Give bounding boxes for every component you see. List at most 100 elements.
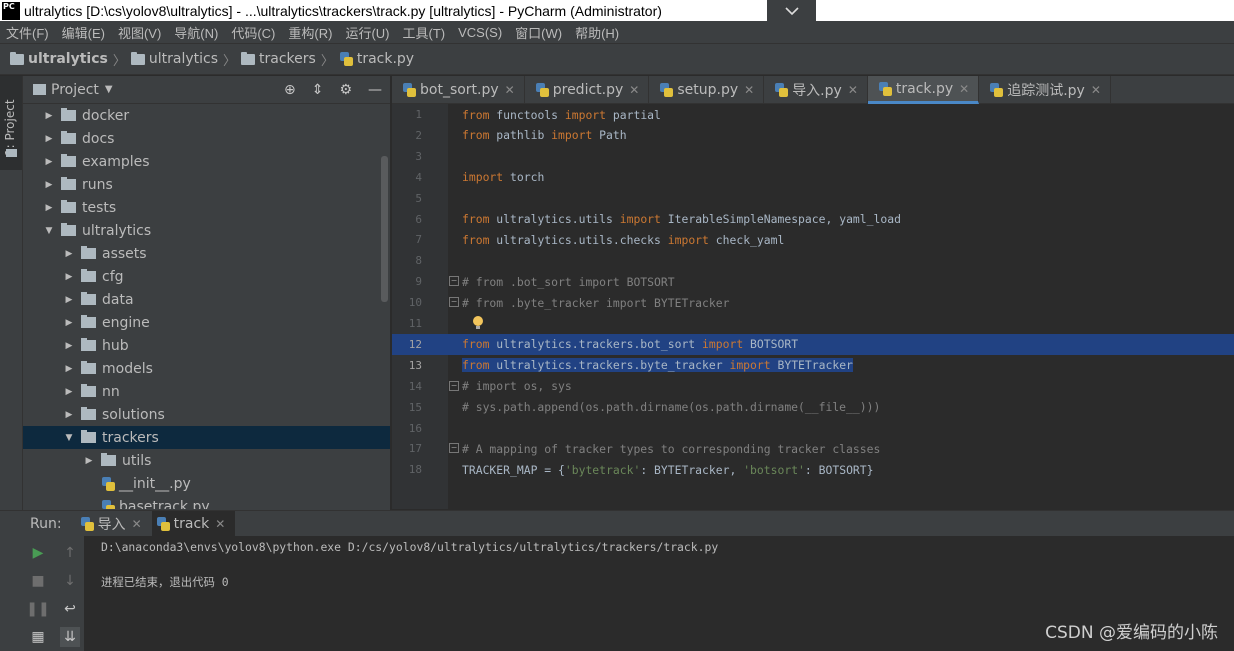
close-icon[interactable]: ✕: [215, 517, 225, 531]
tree-item[interactable]: ▶ cfg: [23, 265, 390, 288]
gear-icon[interactable]: ⚙: [339, 82, 352, 98]
layout-icon[interactable]: ▦: [28, 627, 48, 647]
caret-down-icon[interactable]: ▼: [105, 84, 113, 95]
close-icon[interactable]: ✕: [132, 517, 142, 531]
caret-right-icon[interactable]: ▶: [43, 180, 55, 190]
lightbulb-icon[interactable]: [472, 316, 484, 330]
chevron-down-button[interactable]: [767, 0, 816, 21]
tree-item[interactable]: ▶ hub: [23, 334, 390, 357]
editor-tab[interactable]: track.py ✕: [867, 76, 980, 104]
code-line[interactable]: 2 from pathlib import Path: [392, 125, 1234, 146]
code-line[interactable]: 12 from ultralytics.trackers.bot_sort imp…: [392, 333, 1234, 355]
tree-item[interactable]: ▶ docs: [23, 127, 390, 150]
close-icon[interactable]: ✕: [1091, 83, 1101, 97]
breadcrumb-item-package[interactable]: ultralytics: [130, 51, 218, 67]
code-line[interactable]: 11: [392, 313, 1234, 334]
caret-right-icon[interactable]: ▶: [63, 364, 75, 374]
locate-target-icon[interactable]: ⊕: [284, 82, 296, 98]
fold-marker-icon[interactable]: −: [449, 443, 459, 454]
code-line[interactable]: 9 # from .bot_sort import BOTSORT −: [392, 271, 1234, 292]
breadcrumb-item-file[interactable]: track.py: [339, 51, 414, 67]
menu-item-3[interactable]: 导航(N): [174, 23, 218, 42]
collapse-all-icon[interactable]: ⇕: [312, 82, 324, 98]
caret-down-icon[interactable]: ▼: [43, 226, 55, 236]
tree-item[interactable]: ▶ utils: [23, 449, 390, 472]
close-icon[interactable]: ✕: [744, 83, 754, 97]
menu-item-5[interactable]: 重构(R): [288, 23, 332, 42]
arrow-down-icon[interactable]: ↓: [60, 571, 80, 591]
code-line[interactable]: 16: [392, 418, 1234, 439]
code-line[interactable]: 6 from ultralytics.utils import IterableS…: [392, 209, 1234, 230]
menu-item-10[interactable]: 帮助(H): [575, 23, 619, 42]
code-line[interactable]: 13 from ultralytics.trackers.byte_tracker…: [392, 355, 1234, 376]
caret-right-icon[interactable]: ▶: [43, 203, 55, 213]
code-line[interactable]: 1 from functools import partial: [392, 104, 1234, 125]
tree-item[interactable]: ▶ models: [23, 357, 390, 380]
breadcrumb-item-project[interactable]: ultralytics: [10, 51, 108, 67]
fold-marker-icon[interactable]: −: [449, 297, 459, 308]
caret-right-icon[interactable]: ▶: [63, 341, 75, 351]
run-tab[interactable]: 导入 ✕: [76, 511, 152, 536]
menu-item-8[interactable]: VCS(S): [458, 25, 502, 40]
close-icon[interactable]: ✕: [629, 83, 639, 97]
project-view-selector[interactable]: Project: [51, 82, 99, 98]
console-output[interactable]: D:\anaconda3\envs\yolov8\python.exe D:/c…: [101, 536, 718, 590]
editor-tab[interactable]: predict.py ✕: [525, 76, 650, 104]
menu-item-7[interactable]: 工具(T): [402, 23, 445, 42]
menu-item-2[interactable]: 视图(V): [118, 23, 161, 42]
breadcrumb-item-trackers[interactable]: trackers: [241, 51, 316, 67]
code-line[interactable]: 3: [392, 146, 1234, 167]
menu-item-1[interactable]: 编辑(E): [62, 23, 105, 42]
caret-right-icon[interactable]: ▶: [83, 456, 95, 466]
code-line[interactable]: 10 # from .byte_tracker import BYTETracke…: [392, 292, 1234, 313]
caret-right-icon[interactable]: ▶: [63, 387, 75, 397]
code-line[interactable]: 7 from ultralytics.utils.checks import ch…: [392, 229, 1234, 250]
tree-item[interactable]: ▶ examples: [23, 150, 390, 173]
code-line[interactable]: 5: [392, 188, 1234, 209]
run-tab[interactable]: track ✕: [151, 511, 236, 536]
tree-item[interactable]: ▼ trackers: [23, 426, 390, 449]
arrow-up-icon[interactable]: ↑: [60, 543, 80, 563]
editor-tab[interactable]: bot_sort.py ✕: [392, 76, 525, 104]
tree-item[interactable]: ▶ solutions: [23, 403, 390, 426]
caret-right-icon[interactable]: ▶: [63, 249, 75, 259]
menu-item-6[interactable]: 运行(U): [345, 23, 389, 42]
tree-item[interactable]: ▶ assets: [23, 242, 390, 265]
caret-right-icon[interactable]: ▶: [43, 157, 55, 167]
editor-tab[interactable]: setup.py ✕: [649, 76, 765, 104]
tree-item[interactable]: ▶ docker: [23, 104, 390, 127]
soft-wrap-icon[interactable]: ↩: [60, 599, 80, 619]
project-tool-window-tab[interactable]: 1: Project: [0, 76, 22, 170]
caret-right-icon[interactable]: ▶: [43, 111, 55, 121]
scroll-to-end-icon[interactable]: ⇊: [60, 627, 80, 647]
code-line[interactable]: 4 import torch: [392, 167, 1234, 188]
close-icon[interactable]: ✕: [848, 83, 858, 97]
close-icon[interactable]: ✕: [959, 82, 969, 96]
close-icon[interactable]: ✕: [505, 83, 515, 97]
tree-item[interactable]: basetrack.py: [23, 495, 390, 509]
stop-icon[interactable]: ■: [28, 571, 48, 591]
rerun-icon[interactable]: ▶: [28, 543, 48, 563]
menu-item-0[interactable]: 文件(F): [6, 23, 49, 42]
tree-item[interactable]: ▶ runs: [23, 173, 390, 196]
caret-right-icon[interactable]: ▶: [63, 410, 75, 420]
fold-marker-icon[interactable]: −: [449, 276, 459, 287]
menu-item-9[interactable]: 窗口(W): [515, 23, 562, 42]
tree-item[interactable]: ▶ data: [23, 288, 390, 311]
code-line[interactable]: 14 # import os, sys −: [392, 376, 1234, 397]
code-area[interactable]: 1 from functools import partial 2 from path…: [392, 104, 1234, 509]
caret-right-icon[interactable]: ▶: [43, 134, 55, 144]
menu-item-4[interactable]: 代码(C): [231, 23, 275, 42]
caret-right-icon[interactable]: ▶: [63, 295, 75, 305]
editor-tab[interactable]: 追踪测试.py ✕: [979, 76, 1111, 104]
tree-item[interactable]: ▼ ultralytics: [23, 219, 390, 242]
tree-item[interactable]: __init__.py: [23, 472, 390, 495]
tree-scrollbar[interactable]: [381, 156, 388, 302]
caret-right-icon[interactable]: ▶: [63, 272, 75, 282]
code-line[interactable]: 17 # A mapping of tracker types to corres…: [392, 438, 1234, 459]
code-line[interactable]: 18 TRACKER_MAP = {'bytetrack': BYTETracke…: [392, 459, 1234, 480]
editor-tab[interactable]: 导入.py ✕: [764, 76, 868, 104]
minimize-icon[interactable]: —: [368, 82, 382, 98]
pause-icon[interactable]: ❚❚: [26, 599, 49, 619]
code-line[interactable]: 15 # sys.path.append(os.path.dirname(os.p…: [392, 397, 1234, 418]
